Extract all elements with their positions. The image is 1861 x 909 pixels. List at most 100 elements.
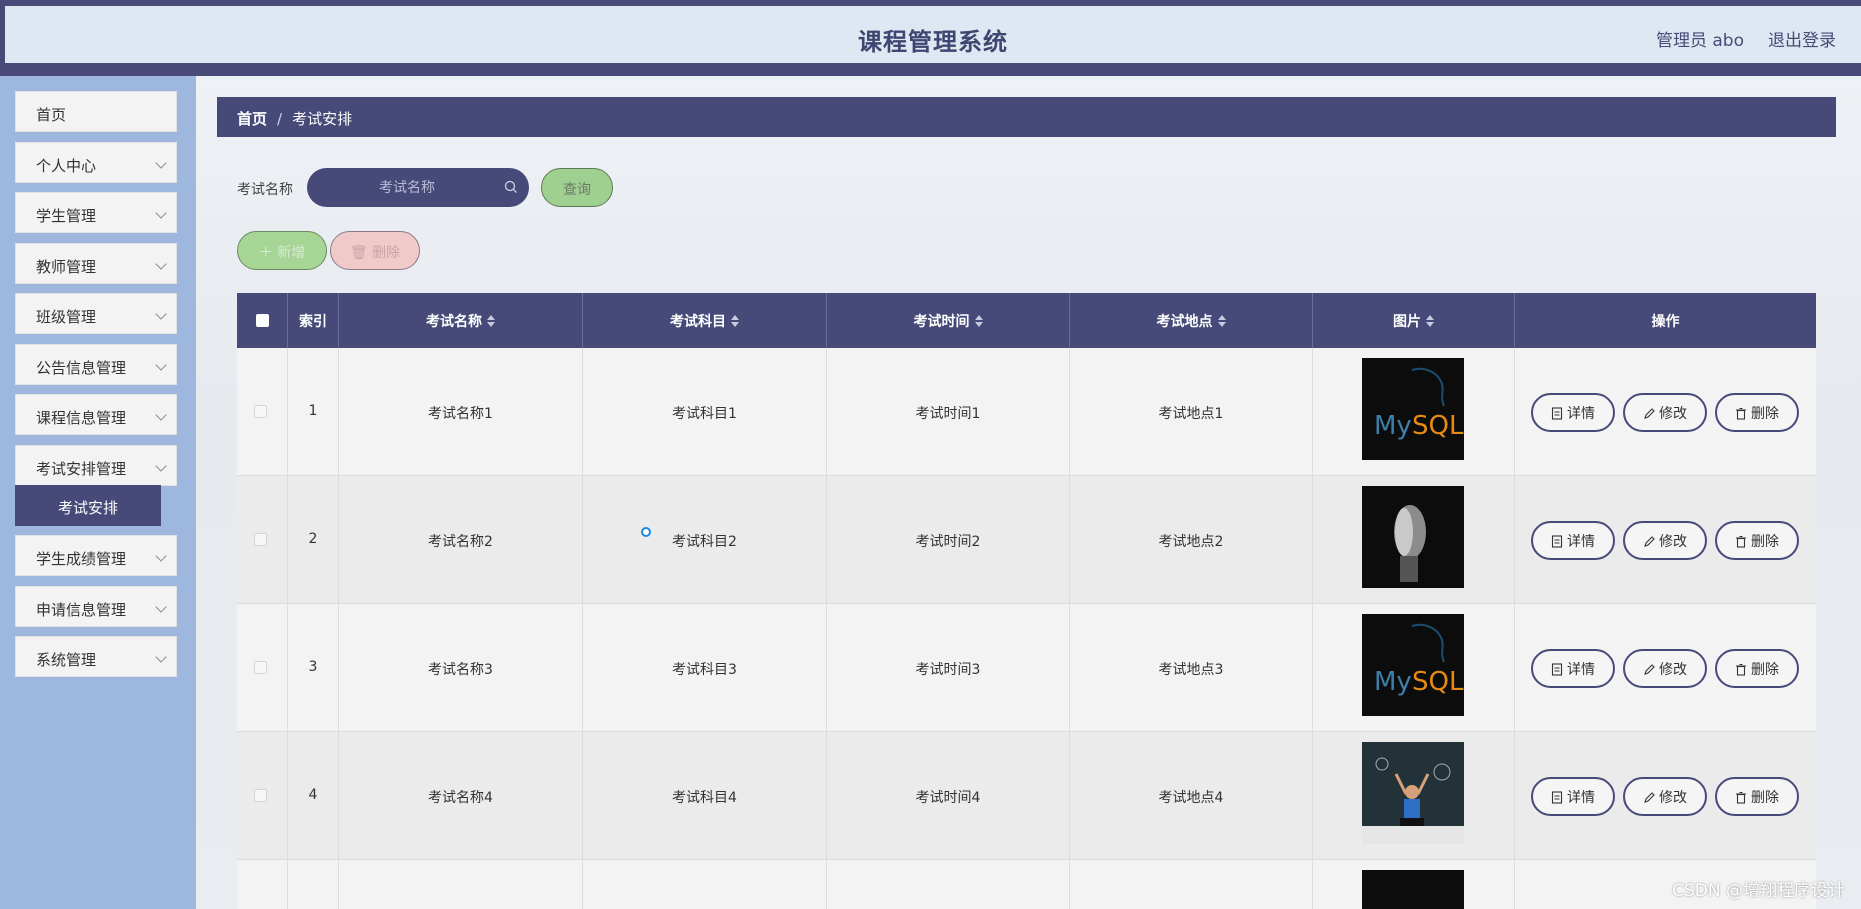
document-icon (1551, 407, 1563, 420)
sort-icon[interactable] (487, 315, 495, 327)
sidebar-item-courses[interactable]: 课程信息管理 (15, 394, 177, 435)
sidebar-item-teachers[interactable]: 教师管理 (15, 243, 177, 284)
col-name[interactable]: 考试名称 (339, 293, 583, 348)
sidebar-item-label: 系统管理 (36, 651, 97, 669)
sidebar-item-system[interactable]: 系统管理 (15, 636, 177, 677)
delete-button[interactable]: 删除 (1715, 649, 1799, 688)
search-icon[interactable] (504, 180, 518, 194)
sidebar-item-label: 教师管理 (36, 258, 97, 276)
col-subject[interactable]: 考试科目 (583, 293, 827, 348)
sort-icon[interactable] (974, 315, 983, 327)
delete-button[interactable]: 删除 (1715, 393, 1799, 432)
sort-icon[interactable] (1426, 315, 1434, 327)
svg-text:SQL: SQL (1412, 667, 1464, 697)
detail-button[interactable]: 详情 (1531, 777, 1615, 816)
cell-name: 考试名称3 (339, 604, 583, 732)
sidebar-item-label: 考试安排管理 (36, 460, 127, 478)
cell-index: 3 (288, 604, 339, 732)
col-place[interactable]: 考试地点 (1070, 293, 1313, 348)
sidebar-item-exam-arrangements[interactable]: 考试安排管理 (15, 445, 177, 486)
batch-delete-button[interactable]: 🗑 删除 (330, 231, 420, 270)
mysql-logo-image: My SQL (1362, 358, 1464, 460)
col-index: 索引 (288, 293, 339, 348)
cell-time: 考试时间4 (827, 732, 1070, 860)
add-button[interactable]: ＋ 新增 (237, 231, 327, 270)
row-select-cell (237, 348, 288, 476)
table-row: 3 考试名称3 考试科目3 考试时间3 考试地点3 My SQL 详情 修改 删除 (237, 604, 1816, 732)
sidebar-item-grades[interactable]: 学生成绩管理 (15, 535, 177, 576)
sidebar-item-label: 个人中心 (36, 157, 97, 175)
detail-button[interactable]: 详情 (1531, 521, 1615, 560)
person-chalkboard-image (1362, 742, 1464, 844)
sidebar: 首页 个人中心 学生管理 教师管理 班级管理 公告信息管理 课程信息管理 考试安… (0, 76, 196, 909)
trash-icon: 🗑 (349, 245, 373, 261)
cell-place: 考试地点3 (1070, 604, 1313, 732)
sidebar-item-applications[interactable]: 申请信息管理 (15, 586, 177, 627)
robot-face-image (1362, 486, 1464, 588)
cell-place: 考试地点2 (1070, 476, 1313, 604)
detail-button[interactable]: 详情 (1531, 649, 1615, 688)
edit-button[interactable]: 修改 (1623, 777, 1707, 816)
cell-time (827, 860, 1070, 909)
breadcrumb-separator: / (277, 110, 283, 128)
trash-icon (1736, 664, 1746, 676)
chevron-down-icon (155, 207, 167, 219)
svg-text:My: My (1374, 411, 1412, 441)
detail-button[interactable]: 详情 (1531, 393, 1615, 432)
edit-button[interactable]: 修改 (1623, 521, 1707, 560)
cell-index: 2 (288, 476, 339, 604)
chevron-down-icon (155, 601, 167, 613)
sidebar-subitem-exam-arrangement[interactable]: 考试安排 (15, 485, 161, 526)
select-all-cell (237, 293, 288, 348)
col-time[interactable]: 考试时间 (827, 293, 1070, 348)
search-box (307, 168, 529, 207)
watermark: CSDN @增翔程序设计 (1672, 881, 1845, 901)
logout-link[interactable]: 退出登录 (1768, 26, 1836, 51)
pencil-icon (1644, 536, 1655, 547)
select-all-checkbox[interactable] (255, 314, 269, 327)
delete-button[interactable]: 删除 (1715, 521, 1799, 560)
trash-icon (1736, 408, 1746, 420)
app-title: 课程管理系统 (858, 28, 1008, 56)
query-button[interactable]: 查询 (541, 168, 613, 207)
batch-delete-label: 删除 (372, 245, 401, 261)
breadcrumb-home[interactable]: 首页 (237, 110, 267, 128)
pencil-icon (1644, 664, 1655, 675)
row-checkbox[interactable] (254, 533, 267, 546)
edit-button[interactable]: 修改 (1623, 393, 1707, 432)
delete-button[interactable]: 删除 (1715, 777, 1799, 816)
search-input[interactable] (317, 172, 497, 203)
chevron-down-icon (155, 258, 167, 270)
document-icon (1551, 535, 1563, 548)
document-icon (1551, 663, 1563, 676)
sidebar-item-classes[interactable]: 班级管理 (15, 293, 177, 334)
sidebar-item-personal-center[interactable]: 个人中心 (15, 142, 177, 183)
row-select-cell (237, 604, 288, 732)
sidebar-item-announcements[interactable]: 公告信息管理 (15, 344, 177, 385)
sidebar-item-label: 学生管理 (36, 207, 97, 225)
document-icon (1551, 791, 1563, 804)
sidebar-item-home[interactable]: 首页 (15, 91, 177, 132)
row-checkbox[interactable] (254, 661, 267, 674)
pencil-icon (1644, 792, 1655, 803)
thumbnail-image (1362, 870, 1464, 909)
sort-icon[interactable] (1217, 315, 1226, 327)
table-row: 1 考试名称1 考试科目1 考试时间1 考试地点1 My SQL 详情 修改 删除 (237, 348, 1816, 476)
sort-icon[interactable] (731, 315, 739, 327)
cell-time: 考试时间1 (827, 348, 1070, 476)
pencil-icon (1644, 408, 1655, 419)
cell-subject: 考试科目2 (583, 476, 827, 604)
main-content: 首页 / 考试安排 考试名称 查询 ＋ 新增 🗑 删除 索引 考试名称 考试科目 考… (196, 76, 1861, 909)
table-row (237, 860, 1816, 909)
row-checkbox[interactable] (254, 789, 267, 802)
chevron-down-icon (155, 359, 167, 371)
row-checkbox[interactable] (254, 405, 267, 418)
header: 课程管理系统 管理员 abo 退出登录 (5, 6, 1861, 66)
breadcrumb: 首页 / 考试安排 (217, 97, 1836, 137)
sidebar-item-students[interactable]: 学生管理 (15, 192, 177, 233)
chevron-down-icon (155, 651, 167, 663)
chevron-down-icon (155, 460, 167, 472)
col-image[interactable]: 图片 (1313, 293, 1515, 348)
edit-button[interactable]: 修改 (1623, 649, 1707, 688)
sidebar-item-label: 学生成绩管理 (36, 550, 127, 568)
